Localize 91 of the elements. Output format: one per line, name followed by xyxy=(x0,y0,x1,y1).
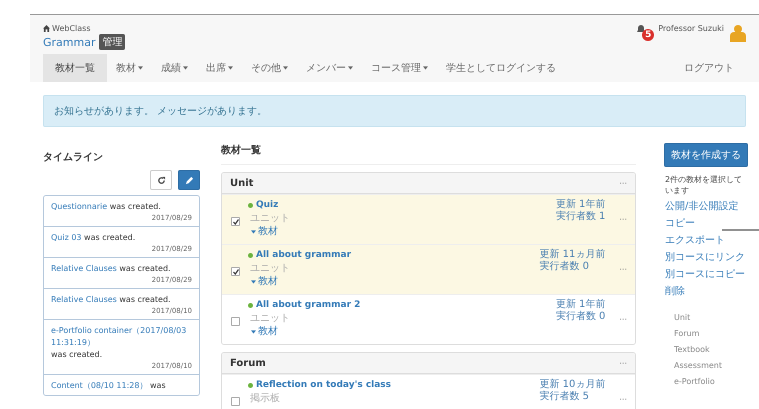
nav-tab[interactable]: 教材 xyxy=(107,54,152,82)
more-menu[interactable]: ··· xyxy=(619,265,627,274)
nav-tab[interactable]: 出席 xyxy=(197,54,242,82)
updated-text: 更新 10ヵ月前 xyxy=(539,379,606,390)
section-title: Forum xyxy=(230,358,266,368)
edit-button[interactable] xyxy=(178,170,200,190)
material-link[interactable]: All about grammar 2 xyxy=(256,299,360,312)
row-checkbox[interactable] xyxy=(231,217,240,226)
updated-text: 更新 1年前 xyxy=(556,199,606,210)
category-link[interactable]: e-Portfolio xyxy=(674,374,747,390)
more-menu[interactable]: ··· xyxy=(619,178,627,188)
timeline-entry: Content（08/10 11:28） was xyxy=(51,381,166,390)
category-link[interactable]: Forum xyxy=(674,326,747,342)
action-link[interactable]: 別コースにリンク xyxy=(665,249,747,266)
category-link[interactable]: Textbook xyxy=(674,342,747,358)
content-link[interactable]: Questionnarie xyxy=(51,202,108,211)
participants-link[interactable]: 実行者数 0 xyxy=(539,261,606,273)
action-link[interactable]: 公開/非公開設定 xyxy=(665,198,747,215)
category-link[interactable]: Unit xyxy=(674,310,747,326)
refresh-icon xyxy=(156,176,166,184)
notification-badge[interactable]: 5 xyxy=(642,29,654,41)
bell-icon[interactable] xyxy=(636,24,646,33)
alert-message: お知らせがあります。 メッセージがあります。 xyxy=(43,95,746,127)
participants-link[interactable]: 実行者数 0 xyxy=(556,311,606,323)
status-dot xyxy=(248,383,253,388)
status-dot xyxy=(248,203,253,208)
material-type: 掲示板 xyxy=(249,392,281,405)
create-material-button[interactable]: 教材を作成する xyxy=(664,143,748,167)
section-title: Unit xyxy=(230,178,254,188)
materials-toggle[interactable]: 教材 xyxy=(248,225,556,238)
user-name[interactable]: Professor Suzuki xyxy=(658,24,724,33)
timeline-entry: Quiz 03 was created. xyxy=(51,233,136,242)
material-link[interactable]: All about grammar xyxy=(256,249,352,262)
more-menu[interactable]: ··· xyxy=(619,315,627,324)
material-type: ユニット xyxy=(249,262,291,275)
caret-icon xyxy=(251,230,256,234)
updated-text: 更新 1年前 xyxy=(556,299,606,310)
content-link[interactable]: Quiz 03 xyxy=(51,233,82,242)
course-link[interactable]: Grammar xyxy=(43,36,96,48)
material-link[interactable]: Quiz xyxy=(256,199,278,212)
nav-tab[interactable]: 成績 xyxy=(152,54,197,82)
selection-note: 2件の教材を選択しています xyxy=(665,174,744,196)
timeline-heading: タイムライン xyxy=(43,151,103,164)
action-link[interactable]: エクスポート xyxy=(665,232,747,249)
status-dot xyxy=(248,253,253,258)
action-link[interactable]: コピー xyxy=(665,215,747,232)
material-row[interactable]: All about grammar 2 ユニット 教材 更新 1年前 実行者数 0 ··· xyxy=(222,294,635,344)
material-row[interactable]: All about grammar ユニット 教材 更新 11ヵ月前 実行者数 0 ··· xyxy=(222,244,635,294)
more-menu[interactable]: ··· xyxy=(619,395,627,404)
section-heading: 教材一覧 xyxy=(221,144,261,157)
material-row[interactable]: Reflection on today's class 掲示板 更新 10ヵ月前 実行者数 5 ··· xyxy=(222,374,635,409)
materials-toggle[interactable]: 教材 xyxy=(248,325,556,338)
refresh-button[interactable] xyxy=(150,170,172,190)
material-type: ユニット xyxy=(249,312,291,325)
pencil-icon xyxy=(184,176,194,184)
role-badge: 管理 xyxy=(99,34,126,50)
content-link[interactable]: e-Portfolio container（2017/08/03 11:31:19） xyxy=(51,325,192,349)
leader-line xyxy=(722,229,759,231)
timeline-entry: Relative Clauses was created. xyxy=(51,264,171,273)
materials-toggle[interactable]: 教材 xyxy=(248,275,540,288)
timeline-entry: Relative Clauses was created. xyxy=(51,295,171,304)
logout-link[interactable]: ログアウト xyxy=(672,54,746,82)
timeline-entry: e-Portfolio container（2017/08/03 11:31:19） was created. xyxy=(51,325,192,359)
more-menu[interactable]: ··· xyxy=(619,215,627,224)
row-checkbox[interactable] xyxy=(231,397,240,406)
participants-link[interactable]: 実行者数 5 xyxy=(539,391,606,403)
site-name[interactable]: WebClass xyxy=(52,24,90,33)
status-dot xyxy=(248,303,253,308)
row-checkbox[interactable] xyxy=(231,267,240,276)
action-link[interactable]: 削除 xyxy=(665,283,747,300)
participants-link[interactable]: 実行者数 1 xyxy=(556,211,606,223)
nav-tab[interactable]: メンバー xyxy=(297,54,362,82)
nav-tab[interactable]: 教材一覧 xyxy=(43,54,107,82)
nav-tab[interactable]: 学生としてログインする xyxy=(437,54,565,82)
caret-icon xyxy=(251,330,256,334)
content-link[interactable]: Relative Clauses xyxy=(51,295,117,304)
content-link[interactable]: Relative Clauses xyxy=(51,264,117,273)
content-link[interactable]: Content（08/10 11:28） xyxy=(51,381,148,390)
timeline-entry: Questionnarie was created. xyxy=(51,202,161,211)
row-checkbox[interactable] xyxy=(231,317,240,326)
material-type: ユニット xyxy=(249,212,291,225)
category-link[interactable]: Assessment xyxy=(674,358,747,374)
nav-tab[interactable]: コース管理 xyxy=(362,54,437,82)
more-menu[interactable]: ··· xyxy=(619,358,627,368)
material-row[interactable]: Quiz ユニット 教材 更新 1年前 実行者数 1 ··· xyxy=(222,194,635,244)
updated-text: 更新 11ヵ月前 xyxy=(539,249,606,260)
material-link[interactable]: Reflection on today's class xyxy=(256,379,392,392)
nav-tab[interactable]: その他 xyxy=(242,54,297,82)
action-link[interactable]: 別コースにコピー xyxy=(665,266,747,283)
caret-icon xyxy=(251,280,256,284)
home-icon[interactable] xyxy=(43,25,50,32)
